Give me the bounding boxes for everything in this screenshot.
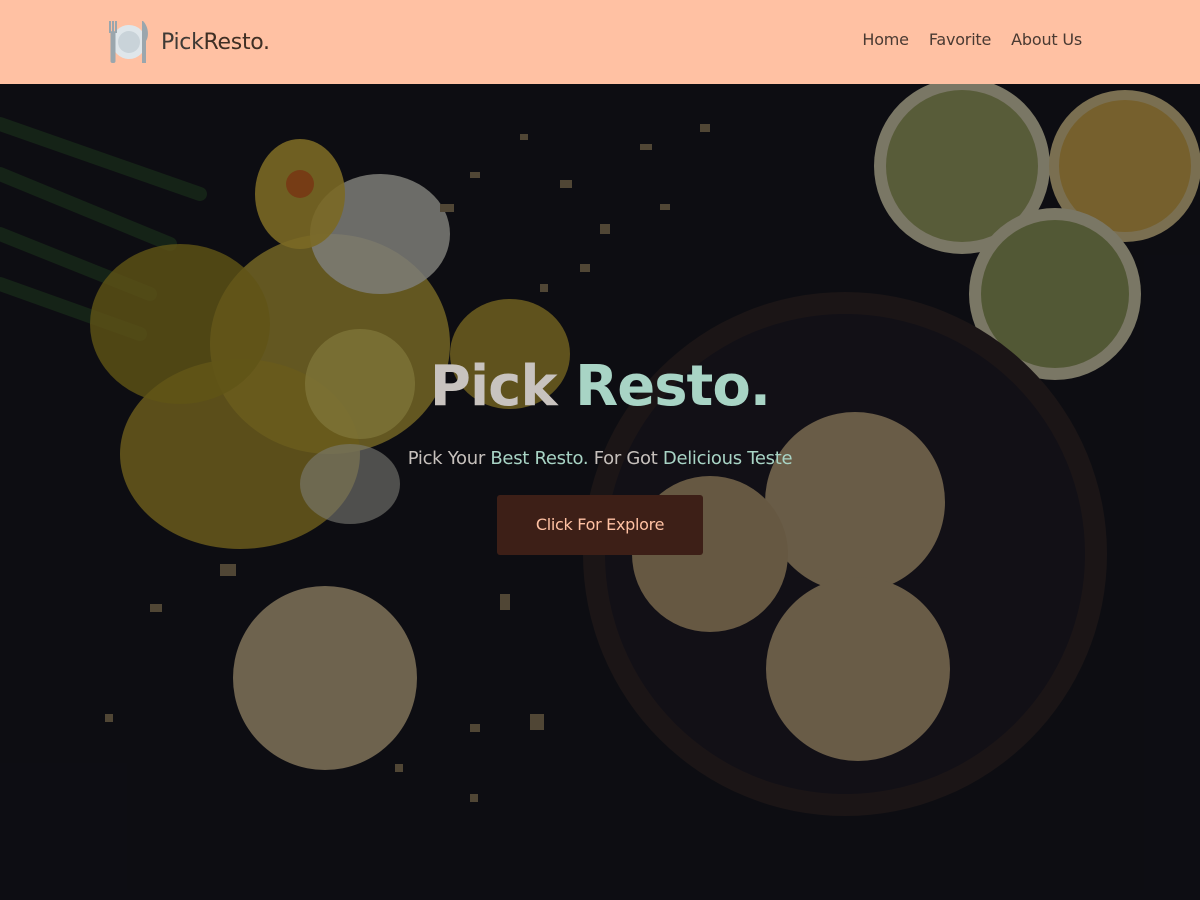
brand-logo-link[interactable]: PickResto. [107,19,270,65]
brand-pick: Pick [161,29,204,55]
nav-favorite-link[interactable]: Favorite [929,30,992,49]
plate-fork-knife-icon [109,21,148,63]
hero-subtitle: Pick Your Best Resto. For Got Delicious … [0,448,1200,469]
navbar: PickResto. Home Favorite About Us [0,0,1200,84]
nav-about-us-link[interactable]: About Us [1011,30,1082,49]
brand-name: PickResto. [161,30,270,55]
hero-subtitle-part4: Delicious Teste [662,448,793,469]
brand-dot: . [263,29,270,55]
hero-section: Pick Resto. Pick Your Best Resto. For Go… [0,84,1200,900]
hero-title: Pick Resto. [0,354,1200,420]
hero-subtitle-part3: For Got [593,448,658,469]
hero-subtitle-part1: Pick Your [407,448,486,469]
brand-resto: Resto [203,29,264,55]
hero-title-pick: Pick [429,354,558,419]
hero-content: Pick Resto. Pick Your Best Resto. For Go… [0,354,1200,555]
main-nav: Home Favorite About Us [862,30,1082,49]
nav-home-link[interactable]: Home [862,30,909,49]
hero-title-resto: Resto. [575,354,771,419]
hero-subtitle-part2: Best Resto. [490,448,589,469]
explore-button[interactable]: Click For Explore [497,495,703,555]
